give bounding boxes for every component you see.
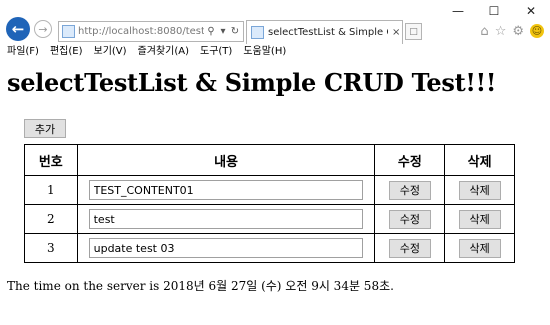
content-input[interactable] — [88, 209, 363, 229]
home-icon[interactable]: ⌂ — [480, 24, 488, 39]
header-delete: 삭제 — [444, 144, 515, 176]
row-number: 1 — [24, 175, 78, 205]
delete-button[interactable]: 삭제 — [458, 238, 501, 258]
address-url[interactable]: http://localhost:8080/testAp — [78, 26, 204, 37]
forward-button[interactable]: → — [34, 20, 52, 38]
navigation-bar: ← → http://localhost:8080/testAp ⚲ ▾ ↻ s… — [0, 15, 550, 45]
edit-button[interactable]: 수정 — [388, 209, 431, 229]
edit-button[interactable]: 수정 — [388, 238, 431, 258]
add-button[interactable]: 추가 — [24, 119, 66, 138]
page-title: selectTestList & Simple CRUD Test!!! — [7, 68, 497, 97]
new-tab-icon: □ — [409, 26, 418, 37]
row-number: 2 — [24, 204, 78, 234]
row-content-cell — [76, 233, 376, 263]
content-input[interactable] — [88, 238, 363, 258]
gear-icon[interactable]: ⚙ — [512, 24, 524, 39]
content-input[interactable] — [88, 180, 363, 200]
header-edit: 수정 — [374, 144, 446, 176]
chevron-down-icon[interactable]: ▾ — [218, 26, 228, 37]
tab-active[interactable]: selectTestList & Simple CR... × — [246, 20, 403, 44]
arrow-right-icon: → — [38, 22, 48, 36]
menu-file[interactable]: 파일(F) — [7, 44, 39, 60]
menu-bar: 파일(F) 편집(E) 보기(V) 즐겨찾기(A) 도구(T) 도움말(H) — [0, 44, 550, 60]
new-tab-button[interactable]: □ — [405, 23, 422, 40]
menu-tools[interactable]: 도구(T) — [200, 44, 232, 60]
table-row: 1 수정 삭제 — [24, 175, 515, 205]
search-icon[interactable]: ⚲ — [206, 26, 216, 37]
table-row: 2 수정 삭제 — [24, 204, 515, 234]
table-row: 3 수정 삭제 — [24, 233, 515, 263]
tab-close-icon[interactable]: × — [392, 27, 400, 38]
server-time-text: The time on the server is 2018년 6월 27일 (… — [7, 279, 394, 293]
menu-help[interactable]: 도움말(H) — [243, 44, 286, 60]
menu-favorites[interactable]: 즐겨찾기(A) — [138, 44, 189, 60]
refresh-icon[interactable]: ↻ — [230, 26, 240, 37]
back-button[interactable]: ← — [6, 17, 30, 41]
table-header-row: 번호 내용 수정 삭제 — [24, 144, 515, 176]
row-number: 3 — [24, 233, 78, 263]
header-number: 번호 — [24, 144, 78, 176]
row-delete-cell: 삭제 — [444, 175, 515, 205]
toolbar-icons: ⌂ ☆ ⚙ ☺ — [480, 24, 544, 39]
data-table: 번호 내용 수정 삭제 1 수정 삭제 2 수정 삭제 3 수정 — [24, 144, 515, 263]
header-content: 내용 — [76, 144, 376, 176]
star-icon[interactable]: ☆ — [495, 24, 507, 39]
smiley-icon[interactable]: ☺ — [530, 24, 544, 38]
page-favicon-icon — [62, 25, 75, 38]
menu-view[interactable]: 보기(V) — [94, 44, 127, 60]
row-edit-cell: 수정 — [374, 204, 446, 234]
edit-button[interactable]: 수정 — [388, 180, 431, 200]
row-edit-cell: 수정 — [374, 233, 446, 263]
row-edit-cell: 수정 — [374, 175, 446, 205]
arrow-left-icon: ← — [11, 20, 25, 38]
row-content-cell — [76, 175, 376, 205]
page-content: selectTestList & Simple CRUD Test!!! 추가 … — [0, 60, 550, 325]
menu-edit[interactable]: 편집(E) — [50, 44, 83, 60]
row-delete-cell: 삭제 — [444, 204, 515, 234]
delete-button[interactable]: 삭제 — [458, 209, 501, 229]
row-delete-cell: 삭제 — [444, 233, 515, 263]
address-bar[interactable]: http://localhost:8080/testAp ⚲ ▾ ↻ — [58, 21, 244, 42]
row-content-cell — [76, 204, 376, 234]
tab-favicon-icon — [251, 26, 264, 39]
delete-button[interactable]: 삭제 — [458, 180, 501, 200]
tab-title: selectTestList & Simple CR... — [268, 27, 388, 38]
